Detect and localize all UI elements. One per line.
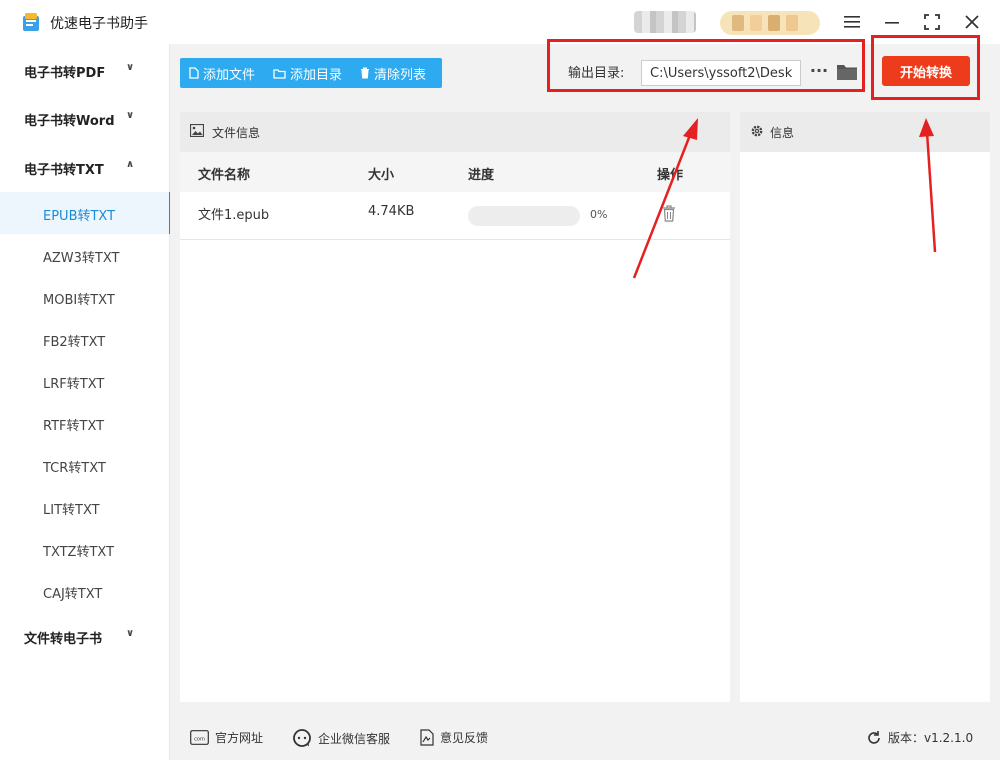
close-icon[interactable]: [960, 10, 984, 34]
sidebar-item-rtf-to-txt[interactable]: RTF转TXT: [0, 402, 170, 444]
col-progress-header: 进度: [468, 168, 495, 183]
add-file-label: 添加文件: [203, 67, 256, 83]
sidebar-item-fb2-to-txt[interactable]: FB2转TXT: [0, 318, 170, 360]
refresh-icon: [868, 730, 880, 744]
sidebar-item-tcr-to-txt[interactable]: TCR转TXT: [0, 444, 170, 486]
sidebar-item-label: CAJ转TXT: [43, 587, 103, 602]
sidebar-item-label: AZW3转TXT: [43, 251, 120, 266]
feedback-link[interactable]: 意见反馈: [420, 729, 488, 746]
sidebar-item-lit-to-txt[interactable]: LIT转TXT: [0, 486, 170, 528]
col-name-header: 文件名称: [198, 168, 251, 183]
sidebar-item-label: TCR转TXT: [43, 461, 106, 476]
wechat-support-label: 企业微信客服: [318, 731, 391, 746]
col-size-header: 大小: [368, 168, 395, 183]
toolbar-button-group: 添加文件 添加目录 清除列表: [180, 58, 442, 88]
feedback-label: 意见反馈: [440, 731, 489, 745]
sidebar-item-label: LIT转TXT: [43, 503, 100, 518]
blurred-user-badge[interactable]: [720, 11, 820, 35]
add-directory-button[interactable]: 添加目录: [264, 58, 351, 88]
info-panel: 信息: [740, 112, 990, 702]
sidebar-item-label: EPUB转TXT: [43, 209, 116, 224]
table-row[interactable]: 文件1.epub 4.74KB 0%: [180, 192, 730, 240]
file-name: 文件1.epub: [198, 208, 270, 223]
sidebar-group-label: 电子书转Word: [24, 114, 115, 129]
info-title: 信息: [770, 126, 795, 140]
sidebar-item-lrf-to-txt[interactable]: LRF转TXT: [0, 360, 170, 402]
file-size: 4.74KB: [368, 204, 415, 219]
version-info[interactable]: 版本：v1.2.1.0: [866, 729, 973, 746]
chevron-down-icon: ∨: [126, 62, 135, 73]
gear-icon: [751, 125, 763, 137]
sidebar-group-label: 电子书转TXT: [24, 163, 104, 178]
sidebar-item-label: FB2转TXT: [43, 335, 106, 350]
app-title: 优速电子书助手: [50, 16, 148, 32]
info-header: 信息: [740, 112, 990, 152]
sidebar-item-label: LRF转TXT: [43, 377, 105, 392]
title-bar: 优速电子书助手: [0, 0, 1000, 44]
sidebar-group-label: 电子书转PDF: [24, 66, 106, 81]
sidebar-item-azw3-to-txt[interactable]: AZW3转TXT: [0, 234, 170, 276]
sidebar-item-label: TXTZ转TXT: [43, 545, 115, 560]
official-website-link[interactable]: com 官方网址: [190, 729, 263, 746]
official-website-label: 官方网址: [215, 731, 264, 745]
website-icon: com: [190, 730, 209, 745]
maximize-icon[interactable]: [920, 10, 944, 34]
image-icon: [190, 124, 204, 137]
app-logo-icon: [23, 13, 39, 31]
sidebar-group-label: 文件转电子书: [24, 632, 103, 647]
progress-bar: [468, 206, 580, 226]
blurred-user-id: [634, 11, 696, 33]
delete-icon[interactable]: [662, 205, 676, 222]
sidebar-group-ebook-to-word[interactable]: 电子书转Word ∨: [0, 94, 170, 142]
clear-list-label: 清除列表: [374, 67, 427, 83]
feedback-icon: [420, 729, 434, 746]
version-label: 版本：v1.2.1.0: [888, 731, 974, 745]
sidebar: 电子书转PDF ∨ 电子书转Word ∨ 电子书转TXT ∧ EPUB转TXT …: [0, 44, 171, 760]
progress-percent: 0%: [590, 208, 608, 221]
annotation-box-output: [547, 39, 865, 92]
file-info-panel: 文件信息 文件名称 大小 进度 操作 文件1.epub 4.74KB 0%: [180, 112, 730, 702]
annotation-box-start: [871, 35, 980, 100]
trash-icon: [361, 67, 370, 79]
minimize-icon[interactable]: [880, 10, 904, 34]
main-area: 添加文件 添加目录 清除列表 输出目录: ··· 开始转换 文件信息 文件名: [170, 35, 1000, 760]
sidebar-item-epub-to-txt[interactable]: EPUB转TXT: [0, 192, 171, 234]
add-file-button[interactable]: 添加文件: [180, 58, 264, 88]
sidebar-item-mobi-to-txt[interactable]: MOBI转TXT: [0, 276, 170, 318]
file-info-header: 文件信息: [180, 112, 730, 152]
wechat-support-link[interactable]: 企业微信客服: [292, 729, 390, 747]
sidebar-group-file-to-ebook[interactable]: 文件转电子书 ∨: [0, 612, 170, 660]
chevron-up-icon: ∧: [126, 159, 135, 170]
file-icon: [189, 67, 199, 79]
sidebar-item-label: MOBI转TXT: [43, 293, 115, 308]
sidebar-group-ebook-to-pdf[interactable]: 电子书转PDF ∨: [0, 46, 170, 94]
col-action-header: 操作: [657, 168, 684, 183]
chevron-down-icon: ∨: [126, 628, 135, 639]
svg-text:com: com: [194, 737, 205, 743]
clear-list-button[interactable]: 清除列表: [351, 58, 435, 88]
file-info-title: 文件信息: [212, 126, 261, 140]
sidebar-group-ebook-to-txt[interactable]: 电子书转TXT ∧: [0, 143, 170, 191]
chat-icon: [293, 729, 311, 747]
sidebar-item-caj-to-txt[interactable]: CAJ转TXT: [0, 570, 170, 612]
menu-icon[interactable]: [840, 10, 864, 34]
sidebar-item-label: RTF转TXT: [43, 419, 105, 434]
table-header: 文件名称 大小 进度 操作: [180, 152, 730, 192]
footer: com 官方网址 企业微信客服 意见反馈 版本：v1.2.1.0: [170, 714, 1000, 760]
add-directory-label: 添加目录: [290, 67, 343, 83]
folder-icon: [273, 68, 286, 79]
chevron-down-icon: ∨: [126, 110, 135, 121]
sidebar-item-txtz-to-txt[interactable]: TXTZ转TXT: [0, 528, 170, 570]
